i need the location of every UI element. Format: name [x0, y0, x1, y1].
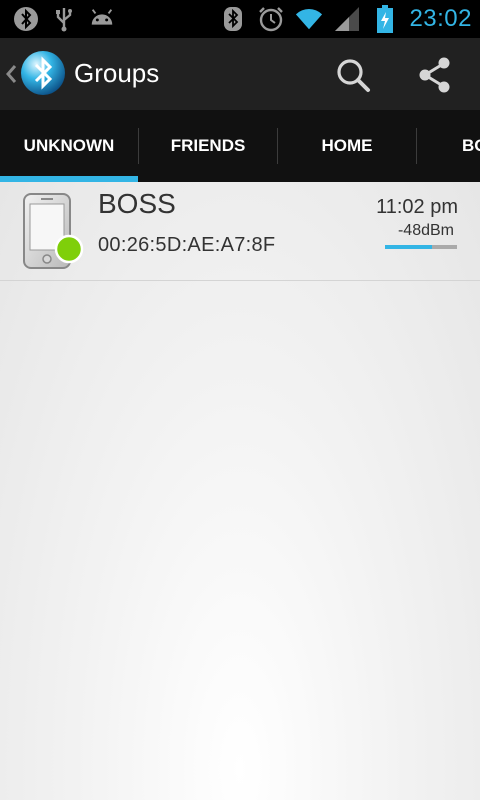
device-mac-address: 00:26:5D:AE:A7:8F — [98, 234, 276, 256]
bluetooth-icon — [219, 5, 247, 33]
signal-strength-bar — [385, 245, 457, 249]
share-icon[interactable] — [412, 52, 458, 98]
device-rssi: -48dBm — [397, 222, 454, 239]
android-debug-icon — [88, 5, 116, 33]
tab-bo[interactable]: BO — [417, 110, 480, 182]
search-icon[interactable] — [330, 52, 376, 98]
tab-label: BO — [462, 136, 480, 155]
up-caret-icon[interactable] — [4, 60, 18, 88]
app-logo-icon[interactable] — [20, 50, 66, 96]
page-title: Groups — [74, 58, 160, 88]
tab-bar: UNKNOWN FRIENDS HOME BO — [0, 110, 480, 182]
tab-home[interactable]: HOME — [278, 110, 416, 182]
wifi-icon — [295, 5, 323, 33]
bluetooth-app-notification-icon — [12, 5, 40, 33]
signal-strength-fill — [385, 245, 432, 249]
status-bar: 23:02 — [0, 0, 480, 38]
tab-label: UNKNOWN — [23, 136, 115, 155]
device-last-seen-time: 11:02 pm — [376, 196, 458, 218]
online-status-dot — [54, 234, 84, 264]
tab-label: FRIENDS — [170, 136, 246, 155]
phone-device-icon — [23, 193, 84, 269]
device-name: BOSS — [98, 188, 176, 219]
action-bar: Groups — [0, 38, 480, 110]
status-time: 23:02 — [409, 5, 472, 32]
tab-unknown[interactable]: UNKNOWN — [0, 110, 138, 182]
battery-charging-icon — [371, 5, 399, 33]
usb-icon — [50, 5, 78, 33]
tab-label: HOME — [321, 136, 373, 155]
cell-signal-icon — [333, 5, 361, 33]
device-row[interactable]: BOSS 00:26:5D:AE:A7:8F 11:02 pm -48dBm — [0, 182, 480, 281]
alarm-icon — [257, 5, 285, 33]
tab-friends[interactable]: FRIENDS — [139, 110, 277, 182]
device-list: BOSS 00:26:5D:AE:A7:8F 11:02 pm -48dBm — [0, 182, 480, 800]
